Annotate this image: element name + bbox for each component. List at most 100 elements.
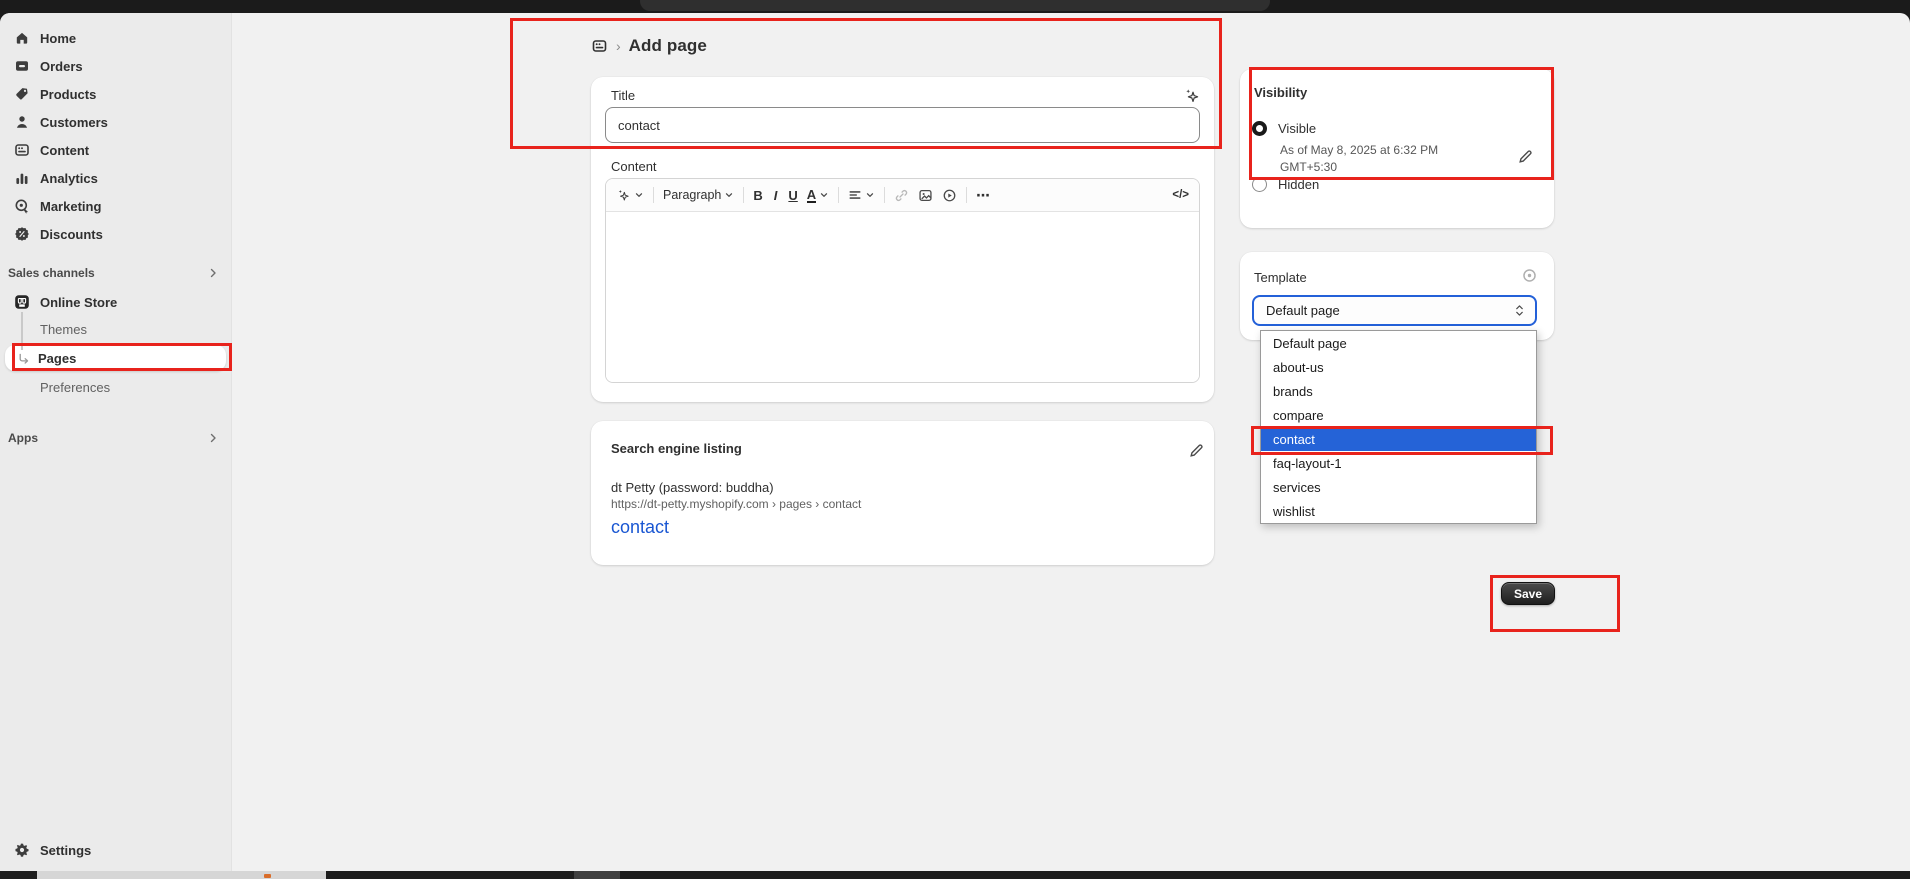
sidebar-item-label: Customers	[40, 115, 108, 130]
seo-url: https://dt-petty.myshopify.com › pages ›…	[611, 497, 861, 511]
dropdown-option[interactable]: compare	[1261, 403, 1536, 427]
sidebar-item-discounts[interactable]: Discounts	[0, 220, 231, 248]
page-title: Add page	[629, 36, 707, 56]
sales-channels-header[interactable]: Sales channels	[0, 262, 231, 284]
background-window-strip	[0, 871, 1910, 879]
store-icon	[13, 294, 30, 311]
customers-icon	[13, 114, 30, 131]
visibility-heading: Visibility	[1254, 85, 1307, 100]
dropdown-option-highlighted[interactable]: contact	[1261, 427, 1536, 451]
breadcrumb: › Add page	[591, 34, 707, 58]
visible-label: Visible	[1278, 121, 1316, 136]
underline-button[interactable]: U	[788, 188, 797, 203]
toolbar-divider	[966, 187, 967, 203]
dropdown-option[interactable]: Default page	[1261, 331, 1536, 355]
sidebar-item-analytics[interactable]: Analytics	[0, 164, 231, 192]
align-icon	[848, 188, 862, 202]
dropdown-option[interactable]: wishlist	[1261, 499, 1536, 523]
sidebar-item-label: Themes	[40, 322, 87, 337]
save-button[interactable]: Save	[1501, 582, 1555, 605]
updown-icon	[1514, 303, 1525, 318]
visible-radio-row[interactable]: Visible	[1252, 121, 1316, 136]
chevron-down-icon	[865, 190, 875, 200]
sidebar-item-marketing[interactable]: Marketing	[0, 192, 231, 220]
view-icon[interactable]	[1521, 267, 1538, 284]
more-options-button[interactable]: ⋯	[976, 187, 991, 204]
seo-store-name: dt Petty (password: buddha)	[611, 480, 774, 495]
sidebar-item-products[interactable]: Products	[0, 80, 231, 108]
chevron-down-icon	[724, 190, 734, 200]
paragraph-style-button[interactable]: Paragraph	[663, 188, 734, 202]
analytics-icon	[13, 170, 30, 187]
sales-channels-label: Sales channels	[8, 266, 95, 280]
sidebar-item-label: Orders	[40, 59, 83, 74]
seo-heading: Search engine listing	[611, 441, 742, 456]
sparkle-icon[interactable]	[1183, 87, 1201, 105]
sidebar-item-label: Pages	[38, 351, 76, 366]
sidebar-item-content[interactable]: Content	[0, 136, 231, 164]
apps-label: Apps	[8, 431, 38, 445]
sidebar-item-pages-active[interactable]: Pages	[5, 345, 226, 371]
dropdown-option[interactable]: about-us	[1261, 355, 1536, 379]
code-view-button[interactable]: </>	[1172, 189, 1189, 201]
pencil-icon[interactable]	[1188, 442, 1205, 459]
page-icon[interactable]	[591, 38, 608, 54]
tree-connector-line	[21, 312, 23, 350]
sidebar-item-home[interactable]: Home	[0, 24, 231, 52]
sidebar-item-label: Discounts	[40, 227, 103, 242]
template-heading: Template	[1254, 270, 1307, 285]
dropdown-option[interactable]: brands	[1261, 379, 1536, 403]
search-engine-listing-card: Search engine listing dt Petty (password…	[591, 421, 1214, 565]
sparkle-icon	[616, 188, 631, 203]
toolbar-divider	[743, 187, 744, 203]
insert-video-icon[interactable]	[942, 188, 957, 203]
dropdown-option[interactable]: faq-layout-1	[1261, 451, 1536, 475]
italic-button[interactable]: I	[772, 188, 780, 203]
bold-button[interactable]: B	[753, 188, 762, 203]
sidebar-item-customers[interactable]: Customers	[0, 108, 231, 136]
shopify-admin-surface: Home Orders Products Customers Content A…	[0, 13, 1910, 871]
sidebar-item-label: Marketing	[40, 199, 101, 214]
template-select[interactable]: Default page	[1252, 295, 1537, 326]
hidden-radio-row[interactable]: Hidden	[1252, 177, 1319, 192]
template-selected-value: Default page	[1266, 303, 1340, 318]
chevron-down-icon	[634, 190, 644, 200]
title-input[interactable]	[605, 107, 1200, 143]
sidebar-item-label: Online Store	[40, 295, 117, 310]
alignment-button[interactable]	[848, 188, 875, 202]
orders-icon	[13, 58, 30, 75]
magic-text-button[interactable]	[616, 188, 644, 203]
home-icon	[13, 30, 30, 47]
apps-header[interactable]: Apps	[0, 427, 231, 449]
chevron-down-icon	[819, 190, 829, 200]
title-label: Title	[611, 88, 635, 103]
sidebar-item-label: Home	[40, 31, 76, 46]
editor-body[interactable]	[606, 212, 1199, 383]
seo-page-link[interactable]: contact	[611, 517, 669, 538]
sidebar-item-orders[interactable]: Orders	[0, 52, 231, 80]
dropdown-option[interactable]: services	[1261, 475, 1536, 499]
sidebar-item-label: Settings	[40, 843, 91, 858]
sidebar: Home Orders Products Customers Content A…	[0, 13, 232, 871]
paragraph-label: Paragraph	[663, 188, 721, 202]
toolbar-divider	[884, 187, 885, 203]
radio-unselected-icon	[1252, 177, 1267, 192]
topbar-search-pill[interactable]	[640, 0, 1270, 11]
gear-icon	[13, 842, 30, 859]
editor-toolbar: Paragraph B I U A	[606, 179, 1199, 212]
text-color-letter: A	[807, 188, 816, 203]
sidebar-item-preferences[interactable]: Preferences	[0, 374, 231, 400]
subdirectory-arrow-icon	[16, 351, 31, 366]
sidebar-item-settings[interactable]: Settings	[0, 836, 232, 864]
content-icon	[13, 142, 30, 159]
text-color-button[interactable]: A	[807, 188, 829, 203]
pencil-icon[interactable]	[1517, 148, 1534, 165]
sidebar-item-online-store[interactable]: Online Store	[0, 288, 231, 316]
toolbar-divider	[653, 187, 654, 203]
template-dropdown: Default page about-us brands compare con…	[1260, 330, 1537, 524]
sidebar-item-label: Analytics	[40, 171, 98, 186]
insert-image-icon[interactable]	[918, 188, 933, 203]
strip-segment	[37, 871, 326, 879]
sidebar-item-themes[interactable]: Themes	[0, 316, 231, 342]
link-icon[interactable]	[894, 188, 909, 203]
